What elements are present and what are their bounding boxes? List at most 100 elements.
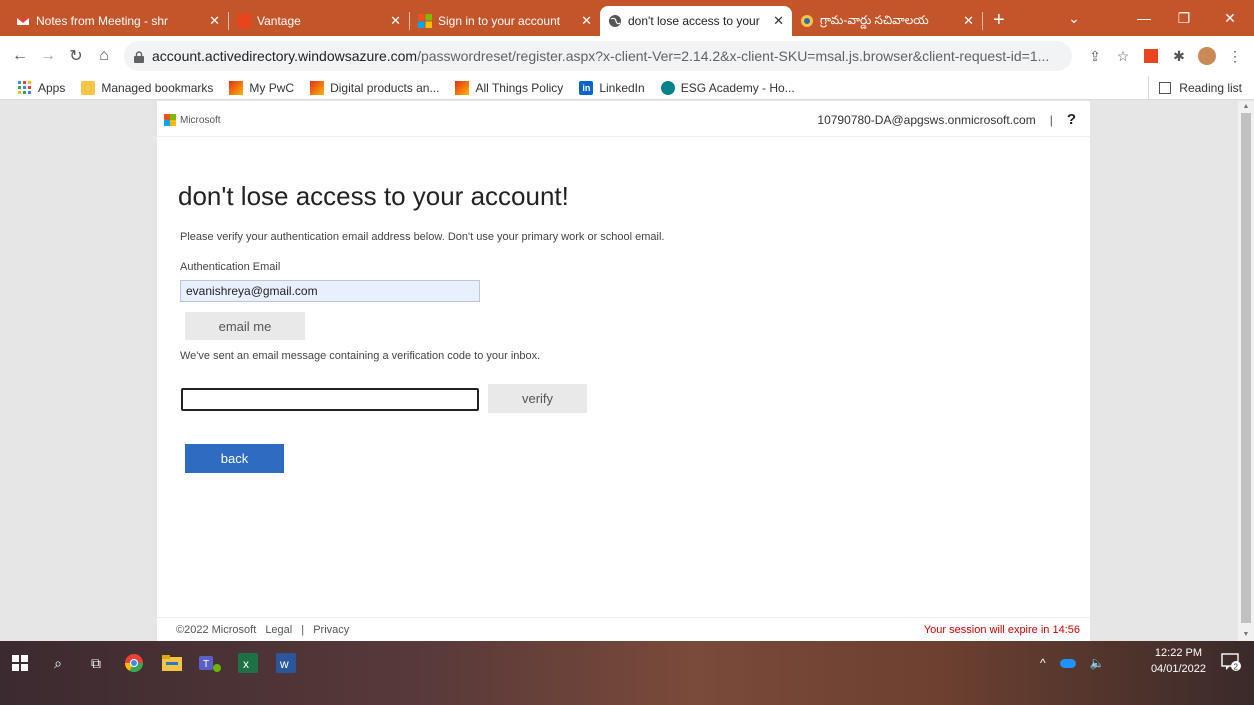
account-email: 10790780-DA@apgsws.onmicrosoft.com — [817, 112, 1036, 127]
tab-search-icon[interactable]: ⌄ — [1054, 0, 1094, 36]
bookmark-label: All Things Policy — [475, 80, 564, 95]
close-window-icon[interactable]: ✕ — [1210, 0, 1250, 36]
taskbar-clock[interactable]: 12:22 PM 04/01/2022 — [1151, 645, 1206, 677]
apps-grid-icon — [18, 80, 32, 95]
close-icon[interactable]: ✕ — [390, 13, 401, 29]
close-icon[interactable]: ✕ — [773, 13, 784, 29]
folder-icon — [81, 80, 96, 95]
notification-icon[interactable]: 2 — [1220, 651, 1242, 673]
home-icon[interactable]: ⌂ — [90, 42, 118, 70]
task-view-icon[interactable]: ⧉ — [84, 651, 108, 675]
microsoft-logo: Microsoft — [164, 114, 221, 126]
teams-icon[interactable]: T — [198, 651, 222, 675]
help-button[interactable]: ? — [1067, 111, 1076, 128]
authentication-email-field[interactable]: evanishreya@gmail.com — [180, 280, 480, 302]
account-area: 10790780-DA@apgsws.onmicrosoft.com | ? — [817, 111, 1090, 128]
lock-icon[interactable] — [134, 50, 144, 63]
excel-icon[interactable]: x — [236, 651, 260, 675]
verify-button[interactable]: verify — [488, 384, 587, 413]
content-card: Microsoft 10790780-DA@apgsws.onmicrosoft… — [157, 101, 1090, 641]
microsoft-icon — [418, 14, 432, 28]
extension-icon[interactable] — [1138, 43, 1164, 69]
clock-date: 04/01/2022 — [1150, 663, 1206, 675]
tab-grama-ward[interactable]: గ్రామ-వార్డు సచివాలయ ✕ — [792, 6, 982, 36]
forward-arrow-icon[interactable]: → — [34, 42, 62, 70]
bookmark-my-pwc[interactable]: My PwC — [229, 80, 295, 95]
back-button[interactable]: back — [185, 444, 284, 473]
word-icon[interactable]: w — [274, 651, 298, 675]
svg-text:x: x — [243, 657, 249, 671]
chrome-taskbar-icon[interactable] — [122, 651, 146, 675]
windows-taskbar: ⌕ ⧉ T x w ^ 🔈 12:22 PM 04/01/2022 2 — [0, 641, 1254, 705]
profile-avatar[interactable] — [1194, 43, 1220, 69]
address-bar[interactable]: account.activedirectory.windowsazure.com… — [124, 41, 1072, 71]
bookmark-all-things-policy[interactable]: All Things Policy — [455, 80, 564, 95]
clock-time: 12:22 PM — [1154, 647, 1203, 659]
reading-list-label: Reading list — [1179, 81, 1242, 95]
reading-list-icon — [1159, 82, 1172, 94]
tab-dont-lose-access[interactable]: don't lose access to your ✕ — [600, 6, 792, 36]
scrollbar-thumb[interactable] — [1241, 113, 1251, 623]
page-viewport: Microsoft 10790780-DA@apgsws.onmicrosoft… — [0, 101, 1254, 641]
bookmark-label: Digital products an... — [330, 80, 440, 95]
chevron-up-icon[interactable]: ^ — [1040, 656, 1046, 670]
scroll-down-icon[interactable]: ▼ — [1238, 629, 1254, 641]
tab-vantage[interactable]: Vantage ✕ — [229, 6, 409, 36]
svg-text:T: T — [203, 659, 209, 670]
close-icon[interactable]: ✕ — [581, 13, 592, 29]
menu-dots-icon[interactable]: ⋮ — [1222, 43, 1248, 69]
close-icon[interactable]: ✕ — [209, 13, 220, 29]
globe-icon — [608, 14, 622, 28]
page-scrollbar[interactable]: ▲ ▼ — [1238, 101, 1254, 641]
url-path: /passwordreset/register.aspx?x-client-Ve… — [417, 48, 1050, 64]
email-field-label: Authentication Email — [180, 261, 281, 273]
header-separator: | — [1049, 112, 1053, 127]
bookmark-label: My PwC — [249, 80, 295, 95]
puzzle-icon[interactable]: ✱ — [1166, 43, 1192, 69]
bookmark-label: Managed bookmarks — [101, 80, 214, 95]
tab-title: Notes from Meeting - shr — [36, 14, 169, 28]
footer-links: ©2022 Microsoft Legal | Privacy — [176, 624, 355, 636]
notification-count: 2 — [1234, 663, 1239, 672]
speaker-icon[interactable]: 🔈 — [1090, 656, 1105, 670]
tab-notes-from-meeting[interactable]: Notes from Meeting - shr ✕ — [8, 6, 228, 36]
system-tray: ^ 🔈 — [1040, 641, 1105, 685]
bookmark-label: LinkedIn — [599, 80, 645, 95]
gmail-icon — [16, 14, 30, 28]
bookmark-label: ESG Academy - Ho... — [680, 80, 795, 95]
verification-code-input[interactable] — [181, 388, 479, 411]
minimize-icon[interactable]: — — [1124, 0, 1164, 36]
file-explorer-icon[interactable] — [160, 651, 184, 675]
email-me-button[interactable]: email me — [185, 312, 305, 340]
url-host: account.activedirectory.windowsazure.com — [152, 48, 418, 64]
windows-start-icon[interactable] — [8, 651, 32, 675]
emblem-icon — [800, 14, 814, 28]
bookmark-managed[interactable]: Managed bookmarks — [81, 80, 214, 95]
bookmark-digital-products[interactable]: Digital products an... — [310, 80, 440, 95]
tab-sign-in[interactable]: Sign in to your account ✕ — [410, 6, 600, 36]
tab-title: don't lose access to your — [628, 14, 760, 28]
bookmark-linkedin[interactable]: in LinkedIn — [579, 80, 645, 95]
linkedin-icon: in — [579, 80, 594, 95]
new-tab-button[interactable]: + — [983, 6, 1015, 36]
bookmark-apps[interactable]: Apps — [18, 80, 65, 95]
close-icon[interactable]: ✕ — [963, 13, 974, 29]
back-arrow-icon[interactable]: ← — [6, 42, 34, 70]
onedrive-icon[interactable] — [1059, 658, 1076, 668]
share-icon[interactable]: ⇪ — [1082, 43, 1108, 69]
restore-icon[interactable]: ❐ — [1164, 0, 1204, 36]
sent-message: We've sent an email message containing a… — [180, 350, 541, 362]
legal-link[interactable]: Legal — [265, 624, 292, 636]
sharepoint-icon — [660, 80, 675, 95]
bookmark-star-icon[interactable]: ☆ — [1110, 43, 1136, 69]
reload-icon[interactable]: ↻ — [62, 42, 90, 70]
instruction-text: Please verify your authentication email … — [180, 231, 665, 243]
tab-title: Vantage — [257, 14, 301, 28]
bookmark-esg-academy[interactable]: ESG Academy - Ho... — [660, 80, 795, 95]
privacy-link[interactable]: Privacy — [313, 624, 349, 636]
scroll-up-icon[interactable]: ▲ — [1238, 101, 1254, 113]
search-icon[interactable]: ⌕ — [46, 651, 70, 675]
reading-list[interactable]: Reading list — [1148, 76, 1242, 100]
microsoft-logo-icon — [164, 114, 176, 126]
footer-separator: | — [301, 624, 305, 636]
